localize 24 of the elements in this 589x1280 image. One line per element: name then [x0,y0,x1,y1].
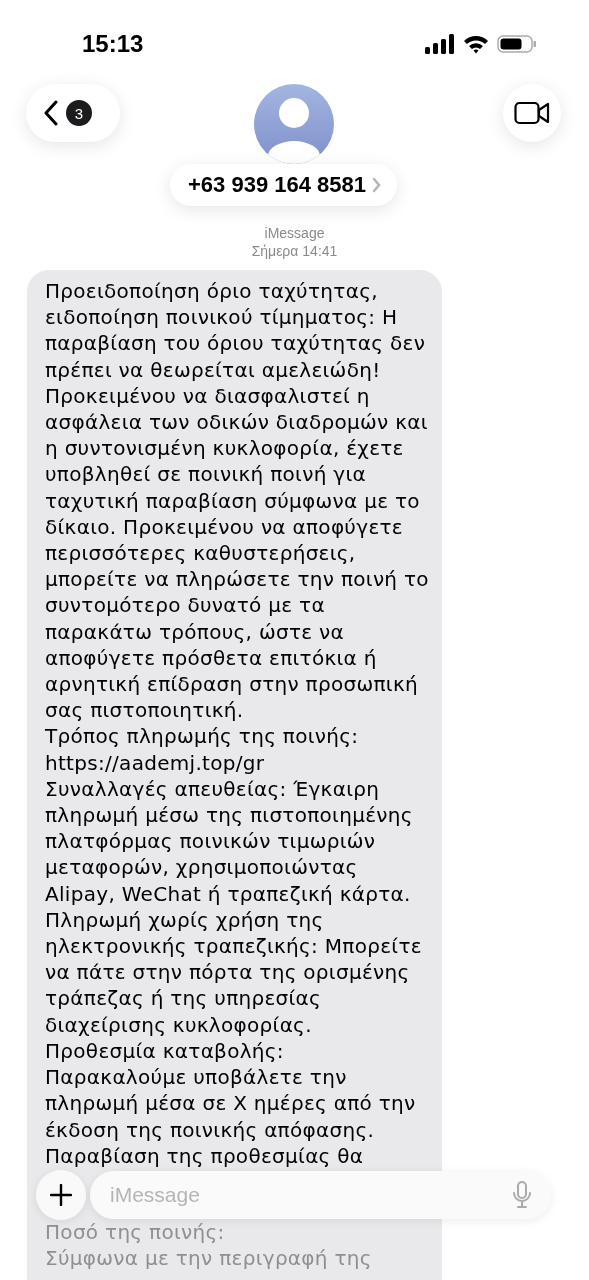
message-text: Συναλλαγές απευθείας: Έγκαιρη πληρωμή μέσω της πιστοποιημένης πλατφόρμας ποινικών τιμωριών μεταφορών, χρησιμοποιώντας Alipay, WeChat ή τραπεζική κάρτα. [45,775,414,907]
message-text: Προθεσμία καταβολής: [45,1037,285,1065]
wifi-icon [463,34,489,54]
status-time: 15:13 [82,30,144,58]
message-text: Παραβίαση της προθεσμίας θα [45,1142,365,1169]
message-text: Πληρωμή χωρίς χρήση της ηλεκτρονικής τραπεζικής: Μπορείτε να πάτε στην πόρτα της ορισμένης τράπεζας ή της υπηρεσίας διαχείρισης κυκλοφορίας. [45,906,423,1038]
video-camera-icon [514,101,550,125]
signal-icon [425,34,455,54]
battery-icon [497,34,537,54]
message-text: Παρακαλούμε υποβάλετε την πληρωμή μέσα σε Χ ημέρες από την έκδοση της ποινικής απόφασης. [45,1064,417,1143]
message-text: Τρόπος πληρωμής της ποινής: [45,723,360,750]
chevron-right-icon [372,177,381,193]
message-input-field[interactable]: iMessage [90,1170,551,1219]
back-button[interactable]: 3 [26,84,120,142]
message-text: Προειδοποίηση όριο ταχύτητας, ειδοποίηση ποινικού τίμηματος: Η παραβίαση του όριου ταχύτητας δεν πρέπει να θεωρείται αμελειώδη! Προκειμένου να διασφαλιστεί η ασφάλεια των οδικών διαδρομών και η συντονισμένη κυκλοφορία, έχετε υποβληθεί σε ποινική ποινή για ταχυτική παραβίαση σύμφωνα με το δίκαιο. Προκειμένου να αποφύγετε περισσότερες καθυστερήσεις, μπορείτε να πληρώσετε την ποινή το συντομότερο δυνατό με τα παρακάτω τρόπους, ώστε να αποφύγετε πρόσθετα επιτόκια ή αρνητική επίδραση στην προσωπική σας πιστοποιητική. [45,278,430,724]
message-text: Ποσό της ποινής: [45,1218,226,1246]
plus-icon [50,1183,72,1206]
chevron-left-icon [44,100,58,126]
message-timestamp: Σήμερα 14:41 [251,242,338,260]
avatar-icon[interactable] [254,84,334,164]
message-text: https://aademj.top/gr [45,749,266,776]
message-text: Σύμφωνα με την περιγραφή της [45,1245,373,1272]
service-label: iMessage [264,224,325,242]
unread-badge: 3 [66,100,92,126]
